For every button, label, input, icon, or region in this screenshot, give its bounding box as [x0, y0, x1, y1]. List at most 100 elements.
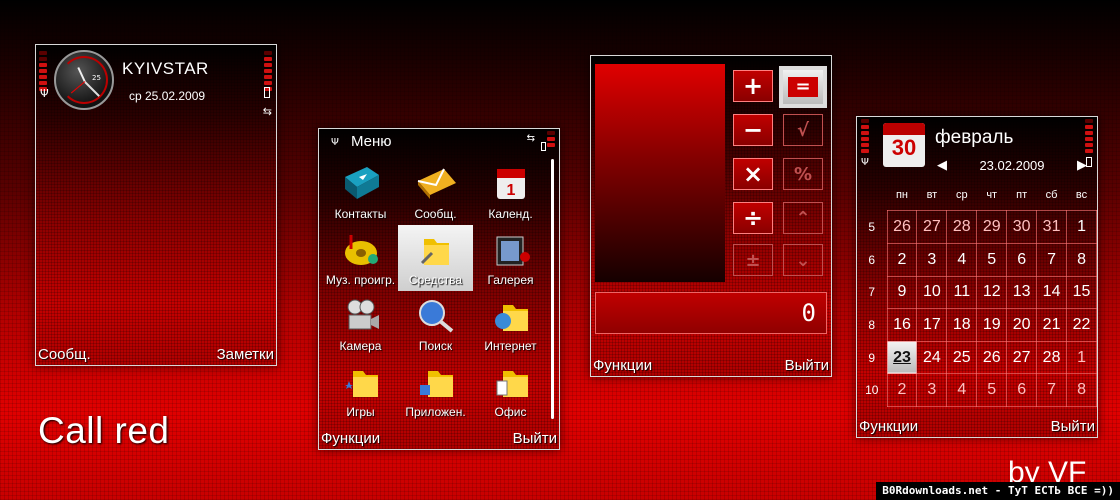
left-softkey[interactable]: Функции: [593, 357, 652, 374]
menu-item-search[interactable]: Поиск: [398, 291, 473, 357]
day-cell[interactable]: 7: [1036, 373, 1068, 407]
day-cell[interactable]: 19: [976, 308, 1008, 342]
week-row: 5 26 27 28 29 30 31 1: [857, 210, 1097, 244]
right-softkey[interactable]: Выйти: [1051, 418, 1095, 435]
menu-item-contacts[interactable]: Контакты: [323, 159, 398, 225]
menu-item-messages[interactable]: Сообщ.: [398, 159, 473, 225]
day-cell[interactable]: 21: [1036, 308, 1068, 342]
day-cell[interactable]: 5: [976, 373, 1008, 407]
battery-bars: [264, 51, 272, 91]
day-cell[interactable]: 26: [886, 210, 918, 244]
menu-item-gallery[interactable]: Галерея: [473, 225, 548, 291]
menu-item-label: Контакты: [334, 207, 387, 221]
day-cell[interactable]: 8: [1066, 373, 1097, 407]
day-cell[interactable]: 18: [946, 308, 978, 342]
day-cell[interactable]: 5: [976, 242, 1008, 277]
week-row: 8 16 17 18 19 20 21 22: [857, 308, 1097, 342]
games-folder-icon: [339, 361, 383, 401]
calendar-month: февраль: [935, 127, 1014, 148]
day-cell[interactable]: 27: [1006, 340, 1038, 375]
right-softkey[interactable]: Выйти: [785, 357, 829, 374]
day-cell[interactable]: 30: [1006, 210, 1038, 244]
search-icon: [414, 295, 458, 335]
day-cell[interactable]: 20: [1006, 308, 1038, 342]
prev-day-arrow-icon[interactable]: ◀: [937, 157, 947, 173]
camera-icon: [339, 295, 383, 335]
equals-label: =: [788, 77, 818, 97]
signal-bars: [861, 119, 869, 153]
day-cell[interactable]: 13: [1006, 275, 1038, 310]
menu-item-calendar[interactable]: 1 Календ.: [473, 159, 548, 225]
weekday-label: чт: [986, 188, 998, 201]
weekday-label: вс: [1075, 188, 1088, 201]
day-cell[interactable]: 3: [916, 242, 948, 277]
day-cell[interactable]: 25: [946, 340, 978, 375]
day-cell[interactable]: 10: [916, 275, 948, 310]
day-cell[interactable]: 26: [976, 340, 1008, 375]
day-cell[interactable]: 1: [1066, 210, 1097, 244]
calculator-screen: + = − √ × % ÷ ⌃ ± ⌄ 0 Функции Выйти: [590, 55, 832, 377]
menu-item-camera[interactable]: Камера: [323, 291, 398, 357]
brand-title: Call red: [38, 410, 170, 451]
menu-item-tools[interactable]: Средства: [398, 225, 473, 291]
day-cell[interactable]: 7: [1036, 242, 1068, 277]
week-number: 6: [868, 252, 876, 267]
right-softkey[interactable]: Выйти: [513, 430, 557, 447]
day-cell[interactable]: 11: [946, 275, 978, 310]
day-cell[interactable]: 31: [1036, 210, 1068, 244]
right-softkey[interactable]: Заметки: [217, 346, 274, 363]
day-cell[interactable]: 28: [946, 210, 978, 244]
antenna-icon: Ψ: [331, 137, 339, 148]
week-number: 8: [868, 317, 876, 332]
day-cell[interactable]: 6: [1006, 242, 1038, 277]
day-cell[interactable]: 1: [1066, 340, 1097, 375]
day-cell[interactable]: 12: [976, 275, 1008, 310]
day-cell[interactable]: 15: [1066, 275, 1097, 310]
week-row: 9 23 24 25 26 27 28 1: [857, 340, 1097, 375]
day-cell[interactable]: 28: [1036, 340, 1068, 375]
scrollbar[interactable]: [551, 159, 554, 419]
menu-item-games[interactable]: Игры: [323, 357, 398, 423]
menu-item-applications[interactable]: Приложен.: [398, 357, 473, 423]
day-cell[interactable]: 14: [1036, 275, 1068, 310]
day-cell[interactable]: 8: [1066, 242, 1097, 277]
day-cell[interactable]: 27: [916, 210, 948, 244]
sqrt-button[interactable]: √: [783, 114, 823, 146]
day-cell[interactable]: 6: [1006, 373, 1038, 407]
day-cell[interactable]: 24: [916, 340, 948, 375]
plus-button[interactable]: +: [733, 70, 773, 102]
left-softkey[interactable]: Функции: [321, 430, 380, 447]
multiply-button[interactable]: ×: [733, 158, 773, 190]
day-cell[interactable]: 29: [976, 210, 1008, 244]
percent-button[interactable]: %: [783, 158, 823, 190]
left-softkey[interactable]: Сообщ.: [38, 346, 91, 363]
day-cell[interactable]: 9: [886, 275, 918, 310]
day-cell[interactable]: 3: [916, 373, 948, 407]
memory-down-button[interactable]: ⌄: [783, 244, 823, 276]
menu-item-internet[interactable]: Интернет: [473, 291, 548, 357]
day-cell[interactable]: 22: [1066, 308, 1097, 342]
calculator-result-field: 0: [595, 292, 827, 334]
memory-up-button[interactable]: ⌃: [783, 202, 823, 234]
menu-item-music-player[interactable]: Муз. проигр.: [323, 225, 398, 291]
menu-grid: Контакты Сообщ. 1 Календ. Муз. проигр. С…: [323, 159, 549, 423]
left-softkey[interactable]: Функции: [859, 418, 918, 435]
day-cell[interactable]: 16: [886, 308, 918, 342]
equals-button[interactable]: =: [779, 66, 827, 108]
day-cell[interactable]: 4: [946, 373, 978, 407]
minus-button[interactable]: −: [733, 114, 773, 146]
next-day-arrow-icon[interactable]: ▶: [1077, 157, 1087, 173]
gallery-icon: [489, 229, 533, 269]
day-cell-today[interactable]: 23: [886, 340, 918, 375]
menu-item-label: Камера: [339, 339, 382, 353]
day-cell[interactable]: 2: [886, 373, 918, 407]
day-cell[interactable]: 4: [946, 242, 978, 277]
day-cell[interactable]: 17: [916, 308, 948, 342]
divide-button[interactable]: ÷: [733, 202, 773, 234]
antenna-icon: Ψ: [861, 157, 869, 168]
menu-item-label: Муз. проигр.: [325, 273, 396, 287]
day-cell[interactable]: 2: [886, 242, 918, 277]
menu-item-office[interactable]: Офис: [473, 357, 548, 423]
plus-minus-button[interactable]: ±: [733, 244, 773, 276]
internet-icon: [489, 295, 533, 335]
